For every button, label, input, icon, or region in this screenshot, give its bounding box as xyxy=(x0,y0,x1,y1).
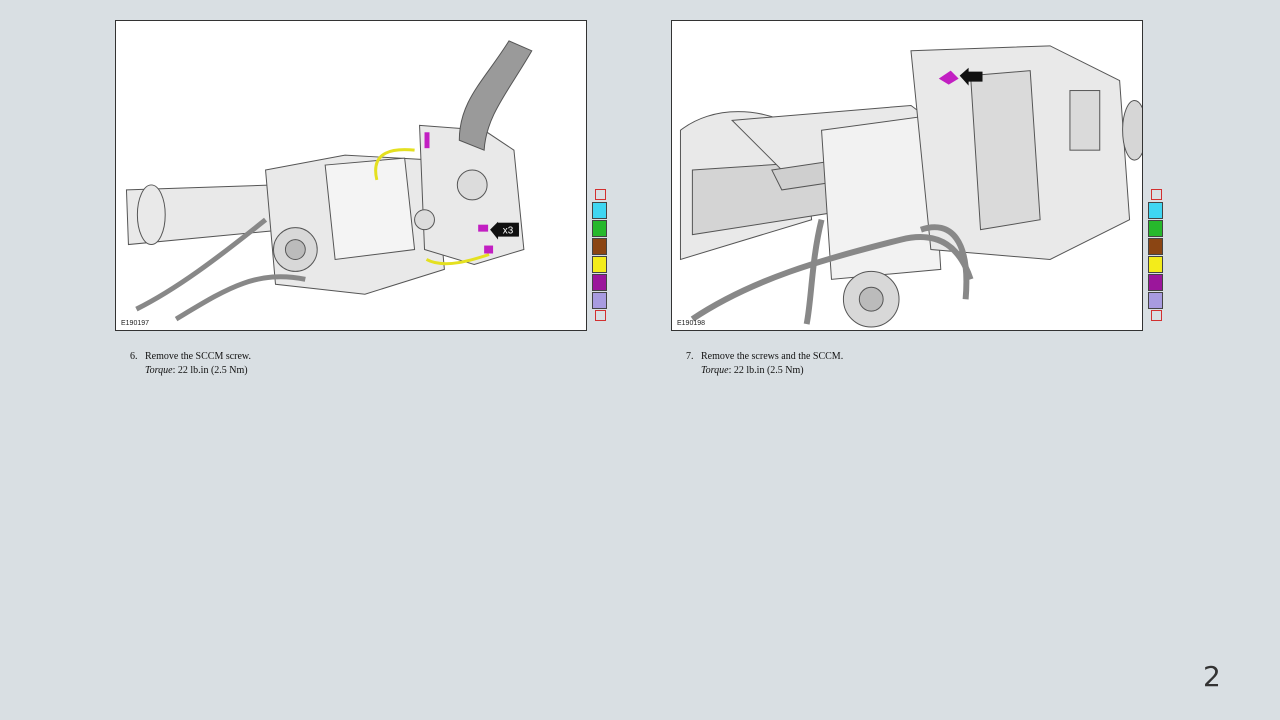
step-6-instructions: 6. Remove the SCCM screw. Torque: 22 lb.i… xyxy=(130,350,251,378)
step-text: Remove the SCCM screw. xyxy=(145,351,252,362)
torque-label: Torque xyxy=(701,365,729,376)
callout-quantity: x3 xyxy=(503,226,514,237)
palette-swatch-green[interactable] xyxy=(592,220,607,237)
palette-empty-swatch-top[interactable] xyxy=(1150,189,1162,200)
torque-value: : 22 lb.in (2.5 Nm) xyxy=(172,365,248,376)
palette-swatch-yellow[interactable] xyxy=(1148,256,1163,273)
figure-code: E190197 xyxy=(121,320,150,327)
palette-empty-swatch-bottom[interactable] xyxy=(1150,310,1162,321)
torque-label: Torque xyxy=(145,365,173,376)
step-number: 6. xyxy=(130,351,138,362)
palette-swatch-brown[interactable] xyxy=(1148,238,1163,255)
palette-swatch-brown[interactable] xyxy=(592,238,607,255)
palette-swatch-cyan[interactable] xyxy=(592,202,607,219)
palette-empty-swatch-bottom[interactable] xyxy=(594,310,606,321)
palette-empty-swatch-top[interactable] xyxy=(594,189,606,200)
step-7-instructions: 7. Remove the screws and the SCCM. Torque… xyxy=(686,350,843,378)
torque-value: : 22 lb.in (2.5 Nm) xyxy=(728,365,804,376)
palette-swatch-purple[interactable] xyxy=(1148,274,1163,291)
palette-swatch-cyan[interactable] xyxy=(1148,202,1163,219)
step-text: Remove the screws and the SCCM. xyxy=(701,351,844,362)
palette-swatch-purple[interactable] xyxy=(592,274,607,291)
figure-sccm-screw: x3 E190197 xyxy=(115,20,587,331)
palette-swatch-yellow[interactable] xyxy=(592,256,607,273)
color-palette-2 xyxy=(1148,189,1164,323)
figure-code: E190198 xyxy=(677,320,706,327)
palette-swatch-green[interactable] xyxy=(1148,220,1163,237)
steering-column-illustration-2 xyxy=(679,45,1142,328)
palette-swatch-lavender[interactable] xyxy=(592,292,607,309)
palette-swatch-lavender[interactable] xyxy=(1148,292,1163,309)
page-number: 2 xyxy=(1203,660,1221,693)
figure-sccm-removal: E190198 xyxy=(671,20,1143,331)
color-palette-1 xyxy=(592,189,608,323)
steering-column-illustration-1: x3 xyxy=(125,40,533,322)
step-number: 7. xyxy=(686,351,694,362)
